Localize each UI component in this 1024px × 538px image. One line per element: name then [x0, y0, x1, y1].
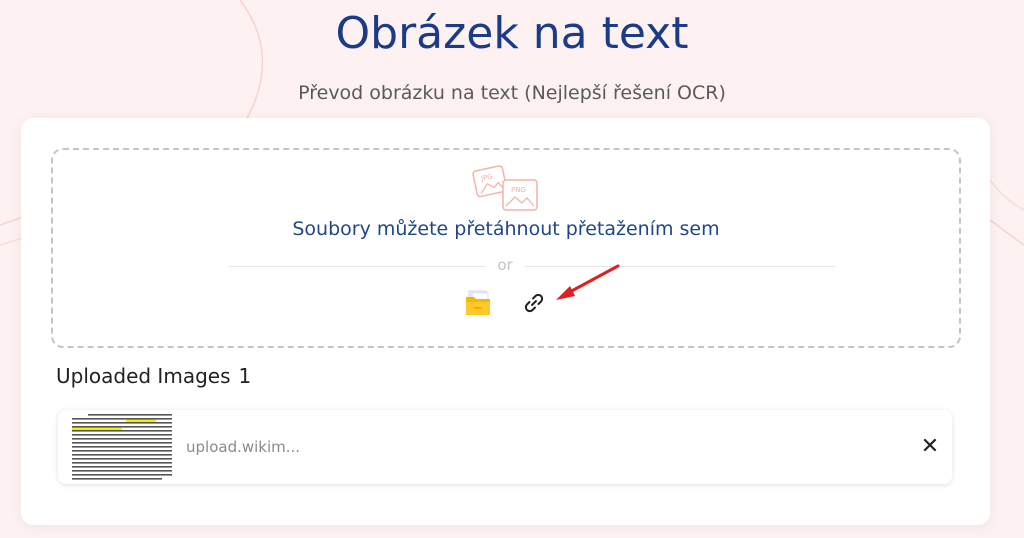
red-arrow-annotation: [556, 264, 620, 300]
browse-files-button[interactable]: [463, 288, 493, 318]
uploaded-images-count: 1: [238, 364, 252, 388]
uploaded-images-label: Uploaded Images: [56, 364, 231, 388]
upload-card: JPG PNG Soubory můžete přetáhnout přetaž…: [21, 118, 990, 525]
remove-file-button[interactable]: ✕: [920, 436, 940, 458]
image-files-icon: JPG PNG: [472, 165, 538, 211]
drop-zone[interactable]: JPG PNG Soubory můžete přetáhnout přetaž…: [51, 148, 961, 348]
uploaded-file-name: upload.wikim...: [186, 438, 301, 456]
uploaded-images-heading: Uploaded Images 1: [56, 362, 251, 390]
document-thumbnail: [66, 412, 178, 482]
drop-instruction: Soubory můžete přetáhnout přetažením sem: [292, 218, 720, 240]
png-label: PNG: [511, 186, 526, 194]
page-title: Obrázek na text: [335, 8, 689, 59]
or-separator: or: [497, 256, 513, 274]
document-thumbnail-image: [66, 412, 178, 482]
folder-icon: [466, 290, 490, 315]
uploaded-file-row: upload.wikim... ✕: [58, 410, 952, 484]
page-subtitle: Převod obrázku na text (Nejlepší řešení …: [298, 82, 726, 104]
divider-left: [229, 266, 485, 267]
